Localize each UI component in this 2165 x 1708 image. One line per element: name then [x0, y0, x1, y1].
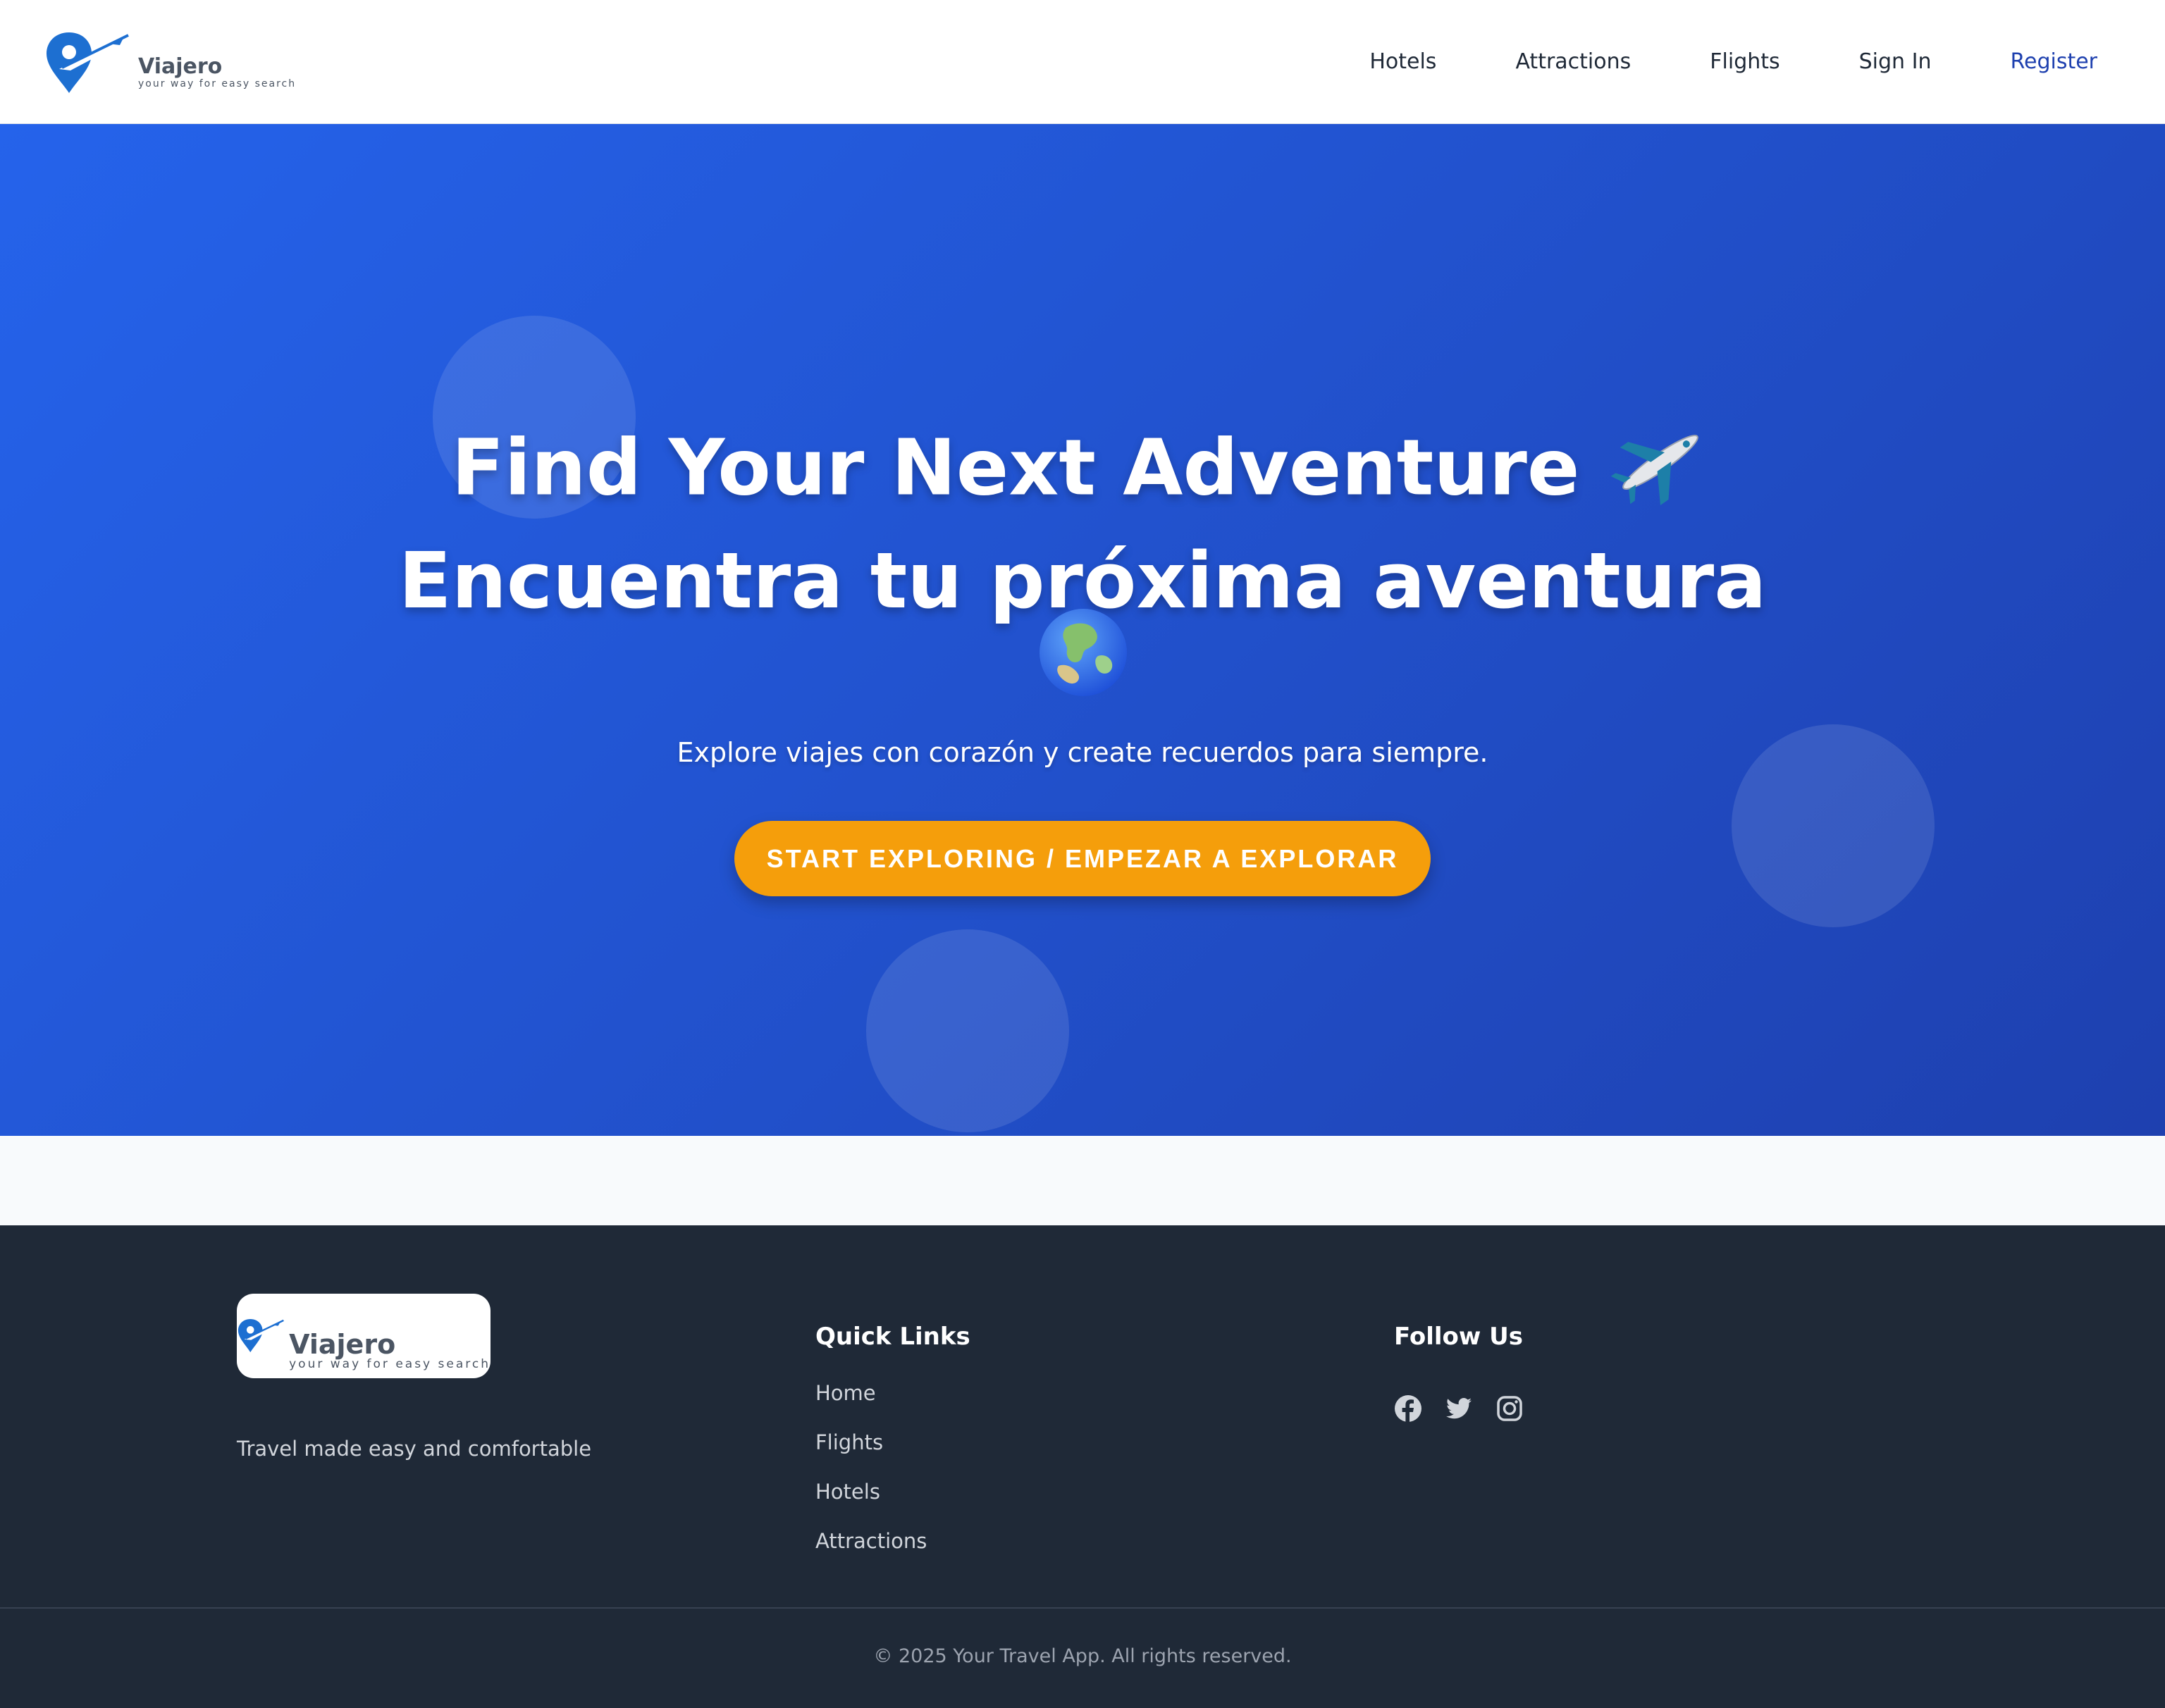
- footer-divider: [0, 1607, 2165, 1609]
- decorative-bubble: [866, 929, 1069, 1132]
- quick-links-list: Home Flights Hotels Attractions: [815, 1380, 927, 1578]
- brand-name: Viajero: [138, 54, 223, 79]
- content-spacer: [0, 1136, 2165, 1225]
- hero-title-en: Find Your Next Adventure: [451, 422, 1580, 513]
- brand-logo[interactable]: Viajero your way for easy search: [45, 23, 296, 101]
- hero-title: Find Your Next Adventure Encuentra tu pr…: [0, 413, 2165, 629]
- pin-plane-logo-icon: [47, 32, 134, 93]
- start-exploring-button[interactable]: START EXPLORING / EMPEZAR A EXPLORAR: [734, 821, 1431, 896]
- site-footer: Viajero your way for easy search Travel …: [0, 1225, 2165, 1708]
- nav-hotels[interactable]: Hotels: [1369, 49, 1436, 74]
- footer-link-hotels[interactable]: Hotels: [815, 1479, 927, 1528]
- footer-brand-logo[interactable]: Viajero your way for easy search: [237, 1294, 491, 1378]
- hero-subtitle: Explore viajes con corazón y create recu…: [677, 737, 1488, 768]
- globe-icon: [1037, 607, 1129, 702]
- nav-register[interactable]: Register: [2010, 49, 2097, 74]
- instagram-icon[interactable]: [1495, 1394, 1524, 1423]
- footer-brand-tagline: your way for easy search: [289, 1357, 491, 1371]
- social-links: [1394, 1394, 1546, 1423]
- nav-flights[interactable]: Flights: [1710, 49, 1780, 74]
- hero-section: Find Your Next Adventure Encuentra tu pr…: [0, 124, 2165, 1136]
- site-header: Viajero your way for easy search Hotels …: [0, 0, 2165, 124]
- footer-tagline: Travel made easy and comfortable: [237, 1437, 592, 1461]
- quick-links-heading: Quick Links: [815, 1323, 970, 1351]
- pin-plane-logo-icon: [238, 1318, 287, 1353]
- follow-us-heading: Follow Us: [1394, 1323, 1523, 1351]
- footer-link-attractions[interactable]: Attractions: [815, 1528, 927, 1578]
- copyright-text: © 2025 Your Travel App. All rights reser…: [873, 1645, 1292, 1667]
- footer-brand-name: Viajero: [289, 1329, 396, 1360]
- footer-link-home[interactable]: Home: [815, 1380, 927, 1430]
- footer-link-flights[interactable]: Flights: [815, 1430, 927, 1479]
- main-nav: Hotels Attractions Flights Sign In Regis…: [1290, 49, 2097, 74]
- facebook-icon[interactable]: [1394, 1394, 1422, 1423]
- airplane-icon: [1608, 413, 1713, 533]
- twitter-icon[interactable]: [1445, 1394, 1473, 1423]
- brand-tagline: your way for easy search: [138, 78, 297, 89]
- nav-sign-in[interactable]: Sign In: [1859, 49, 1932, 74]
- nav-attractions[interactable]: Attractions: [1515, 49, 1631, 74]
